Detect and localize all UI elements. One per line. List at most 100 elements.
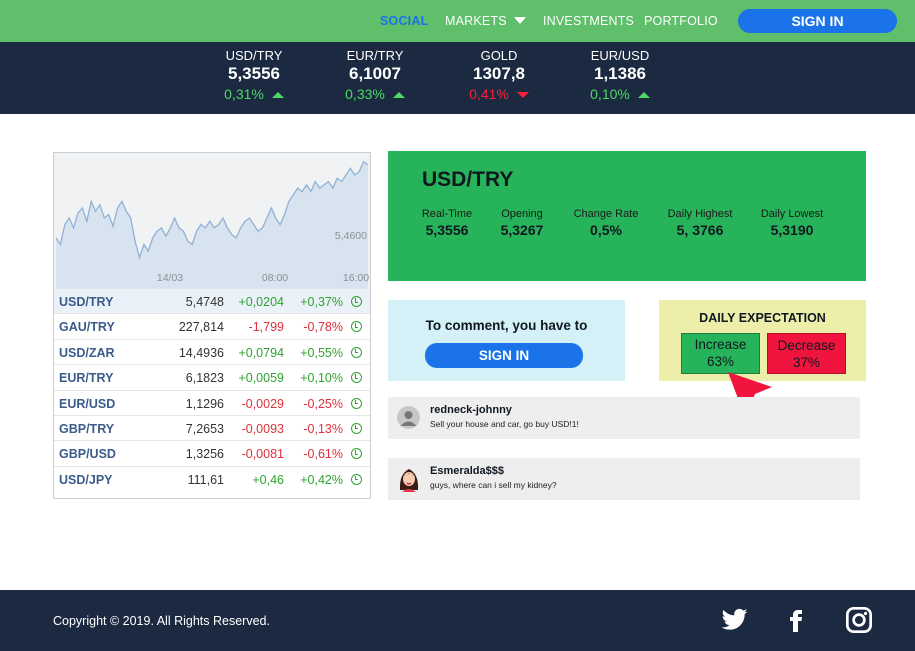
arrow-up-icon — [637, 91, 650, 98]
pair-percent: +0,55% — [300, 345, 343, 360]
stat-label: Daily Highest — [667, 208, 733, 220]
chart-svg: 5,4600 14/03 08:00 16:00 — [55, 160, 369, 288]
stat-value: 5,3190 — [770, 222, 814, 238]
ticker-pair: EUR/TRY — [346, 48, 404, 63]
pair-name[interactable]: GBP/USD — [59, 447, 116, 461]
stat-value: 5, 3766 — [676, 222, 724, 238]
pair-name[interactable]: EUR/TRY — [59, 371, 113, 385]
clock-icon[interactable] — [351, 422, 362, 434]
ticker-item[interactable]: EUR/USD 1,1386 0,10% — [565, 48, 675, 104]
table-row[interactable]: USD/ZAR 14,4936 +0,0794 +0,55% — [54, 338, 370, 364]
chart-time-label: 16:00 — [343, 272, 369, 284]
pair-name[interactable]: USD/TRY — [59, 295, 113, 309]
pair-percent: +0,10% — [300, 371, 343, 386]
nav-social[interactable]: SOCIAL — [380, 14, 428, 28]
pair-change: +0,0794 — [238, 345, 284, 360]
table-row[interactable]: EUR/USD 1,1296 -0,0029 -0,25% — [54, 389, 370, 415]
clock-icon[interactable] — [351, 397, 362, 409]
increase-percent: 63% — [706, 354, 735, 369]
market-panel: 5,4600 14/03 08:00 16:00 USD/TRY 5,4748 … — [53, 152, 371, 499]
table-row[interactable]: GAU/TRY 227,814 -1,799 -0,78% — [54, 313, 370, 338]
default-avatar-icon[interactable] — [397, 406, 420, 429]
pair-name[interactable]: GAU/TRY — [59, 320, 115, 334]
instagram-icon[interactable] — [845, 606, 873, 634]
chevron-down-icon[interactable] — [514, 17, 526, 24]
facebook-icon[interactable] — [784, 606, 808, 636]
comment-signin-button[interactable]: SIGN IN — [425, 343, 583, 368]
pair-change: -0,0093 — [241, 421, 284, 436]
stat-label: Opening — [501, 208, 543, 220]
stat-value: 0,5% — [590, 222, 622, 238]
comment-username[interactable]: redneck-johnny — [430, 404, 512, 416]
comment-text: Sell your house and car, go buy USD!1! — [430, 419, 579, 429]
stat-daily-highest: Daily Highest 5, 3766 — [663, 208, 737, 238]
decrease-button[interactable]: Decrease 37% — [767, 333, 846, 374]
table-row[interactable]: GBP/USD 1,3256 -0,0081 -0,61% — [54, 440, 370, 465]
table-row[interactable]: USD/TRY 5,4748 +0,0204 +0,37% — [54, 288, 370, 314]
comment-item: redneck-johnny Sell your house and car, … — [388, 397, 860, 439]
ticker-pair: USD/TRY — [225, 48, 283, 63]
stat-value: 5,3556 — [425, 222, 469, 238]
pair-name[interactable]: EUR/USD — [59, 397, 115, 411]
ticker-item[interactable]: USD/TRY 5,3556 0,31% — [199, 48, 309, 104]
clock-icon[interactable] — [351, 473, 362, 485]
nav-investments[interactable]: INVESTMENTS — [543, 14, 634, 28]
pair-name[interactable]: USD/JPY — [59, 473, 113, 487]
table-row[interactable]: EUR/TRY 6,1823 +0,0059 +0,10% — [54, 364, 370, 389]
stat-label: Change Rate — [573, 208, 639, 220]
price-chart[interactable]: 5,4600 14/03 08:00 16:00 — [54, 153, 370, 288]
clock-icon[interactable] — [351, 448, 362, 460]
pair-change: -0,0081 — [241, 447, 284, 462]
ticker-change: 0,10% — [590, 86, 630, 102]
pair-value: 5,4748 — [185, 295, 224, 309]
chart-time-label: 14/03 — [157, 272, 183, 284]
footer: Copyright © 2019. All Rights Reserved. — [0, 590, 915, 651]
ticker-change: 0,33% — [345, 86, 385, 102]
chart-price-label: 5,4600 — [335, 230, 367, 242]
table-row[interactable]: GBP/TRY 7,2653 -0,0093 -0,13% — [54, 414, 370, 440]
pair-change: -0,0029 — [241, 396, 284, 411]
ticker-pair: GOLD — [480, 48, 518, 63]
arrow-up-icon — [392, 91, 405, 98]
top-navbar: SOCIAL MARKETS INVESTMENTS PORTFOLIO SIG… — [0, 0, 915, 42]
nav-markets[interactable]: MARKETS — [445, 14, 507, 28]
ticker-bar: USD/TRY 5,3556 0,31% EUR/TRY 6,1007 0,33… — [0, 42, 915, 114]
comment-item: Esmeralda$$$ guys, where can i sell my k… — [388, 458, 860, 500]
clock-icon[interactable] — [351, 372, 362, 384]
ticker-item[interactable]: EUR/TRY 6,1007 0,33% — [320, 48, 430, 104]
ticker-price: 5,3556 — [228, 64, 280, 83]
clock-icon[interactable] — [351, 321, 362, 333]
nav-portfolio[interactable]: PORTFOLIO — [644, 14, 718, 28]
clock-icon[interactable] — [351, 296, 362, 307]
stat-realtime: Real-Time 5,3556 — [418, 208, 476, 238]
pair-value: 1,1296 — [185, 396, 224, 411]
comment-signin-box: To comment, you have to SIGN IN — [388, 300, 625, 381]
fx-table: USD/TRY 5,4748 +0,0204 +0,37% GAU/TRY 22… — [54, 288, 370, 491]
pair-percent: -0,13% — [303, 421, 343, 436]
ticker-price: 6,1007 — [349, 64, 401, 83]
stat-opening: Opening 5,3267 — [492, 208, 552, 238]
pair-name[interactable]: GBP/TRY — [59, 422, 114, 436]
woman-avatar-icon[interactable] — [398, 466, 420, 492]
pair-percent: +0,37% — [300, 295, 343, 309]
pair-value: 111,61 — [187, 472, 224, 487]
expectation-title: DAILY EXPECTATION — [699, 311, 826, 325]
increase-button[interactable]: Increase 63% — [681, 333, 760, 374]
page: SOCIAL MARKETS INVESTMENTS PORTFOLIO SIG… — [0, 0, 915, 651]
pair-info-box: USD/TRY Real-Time 5,3556 Opening 5,3267 … — [388, 151, 866, 281]
table-row[interactable]: USD/JPY 111,61 +0,46 +0,42% — [54, 465, 370, 491]
signin-button[interactable]: SIGN IN — [738, 9, 897, 33]
pair-percent: +0,42% — [300, 472, 343, 487]
pair-percent: -0,25% — [303, 396, 343, 411]
ticker-item[interactable]: GOLD 1307,8 0,41% — [444, 48, 554, 104]
stat-change-rate: Change Rate 0,5% — [570, 208, 642, 238]
copyright-text: Copyright © 2019. All Rights Reserved. — [53, 614, 270, 628]
twitter-icon[interactable] — [719, 606, 750, 634]
comment-text: guys, where can i sell my kidney? — [430, 480, 557, 490]
ticker-change: 0,31% — [224, 86, 264, 102]
comment-username[interactable]: Esmeralda$$$ — [430, 465, 504, 477]
clock-icon[interactable] — [351, 346, 362, 358]
pair-percent: -0,61% — [303, 447, 343, 462]
pair-name[interactable]: USD/ZAR — [59, 346, 115, 360]
stat-label: Real-Time — [421, 208, 473, 220]
